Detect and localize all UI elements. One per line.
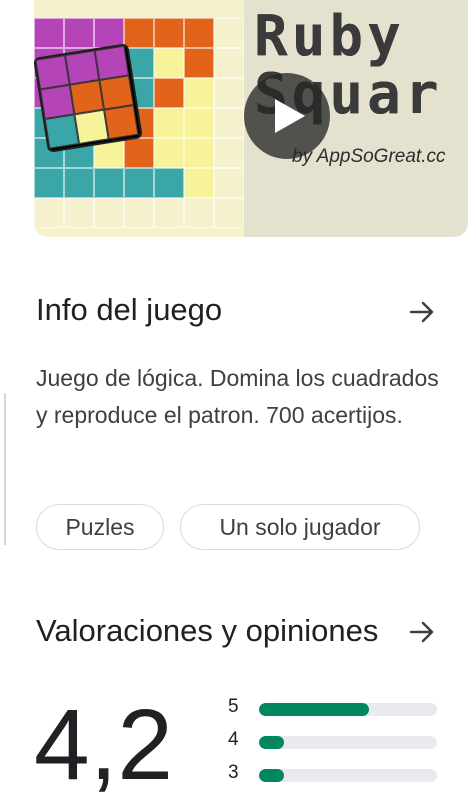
board-cell [184, 198, 214, 228]
piece-cell [40, 84, 75, 120]
piece-cell [99, 75, 134, 110]
board-cell [124, 18, 154, 48]
play-button[interactable] [244, 73, 330, 159]
board-cell [154, 18, 184, 48]
board-cell [34, 168, 64, 198]
tag-chip-puzzles[interactable]: Puzles [36, 504, 164, 550]
piece-cell [44, 114, 80, 149]
board-cell [214, 168, 244, 198]
board-cell [154, 78, 184, 108]
average-rating: 4,2 [34, 689, 174, 801]
arrow-right-icon[interactable] [409, 619, 435, 645]
arrow-right-icon[interactable] [409, 299, 435, 325]
piece-cell [74, 109, 109, 144]
piece-cell [69, 80, 105, 115]
board-cell [124, 168, 154, 198]
rating-bar-track [259, 736, 437, 749]
logo-line-1: Ruby [254, 4, 405, 69]
rating-bar-4: 4 [228, 729, 443, 753]
board-cell [184, 48, 214, 78]
board-cell [64, 168, 94, 198]
board-cell [94, 198, 124, 228]
rating-bar-fill [259, 703, 370, 716]
rating-bar-label: 3 [228, 762, 239, 783]
piece-cell [65, 50, 100, 85]
board-cell [154, 48, 184, 78]
board-cell [34, 18, 64, 48]
play-icon [275, 99, 305, 133]
rating-bar-5: 5 [228, 696, 443, 720]
board-cell [94, 168, 124, 198]
rating-bar-fill [259, 769, 284, 782]
rating-bar-3: 3 [228, 762, 443, 786]
rating-bar-track [259, 769, 437, 782]
board-cell [154, 108, 184, 138]
game-description: Juego de lógica. Domina los cuadrados y … [36, 365, 439, 428]
board-cell [184, 108, 214, 138]
ratings-title: Valoraciones y opiniones [36, 613, 379, 648]
board-cell [64, 198, 94, 228]
board-cell [214, 108, 244, 138]
piece-cell [35, 55, 70, 90]
game-trailer-thumbnail[interactable]: Ruby Squar by AppSoGreat.cc [34, 0, 468, 237]
board-cell [214, 48, 244, 78]
board-cell [184, 138, 214, 168]
board-cell [124, 138, 154, 168]
tag-chip-label: Puzles [65, 513, 135, 540]
developer-byline: by AppSoGreat.cc [292, 146, 446, 167]
board-cell [214, 138, 244, 168]
rating-bar-label: 5 [228, 696, 239, 717]
side-edge-divider [4, 393, 6, 545]
board-cell [214, 78, 244, 108]
piece-cell [94, 45, 129, 81]
rotated-piece [34, 43, 143, 153]
board-cell [64, 18, 94, 48]
board-cell [34, 198, 64, 228]
piece-cell [104, 104, 139, 140]
board-cell [184, 168, 214, 198]
rating-bar-track [259, 703, 437, 716]
tag-chip-single-player[interactable]: Un solo jugador [180, 504, 420, 550]
board-cell [214, 198, 244, 228]
tag-chip-label: Un solo jugador [219, 513, 381, 540]
board-cell [154, 168, 184, 198]
board-cell [184, 18, 214, 48]
board-cell [124, 198, 154, 228]
rating-bar-fill [259, 736, 284, 749]
board-cell [214, 18, 244, 48]
board-cell [154, 198, 184, 228]
about-game-title: Info del juego [36, 292, 223, 327]
rating-bar-label: 4 [228, 729, 239, 750]
board-cell [184, 78, 214, 108]
board-cell [154, 138, 184, 168]
